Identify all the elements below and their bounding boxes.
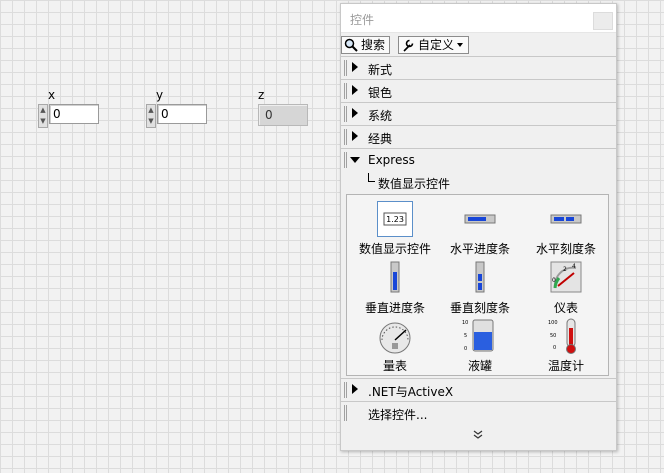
category-label: 新式 [368, 63, 393, 77]
collapse-arrow-icon [350, 157, 360, 163]
item-label: 液罐 [467, 359, 492, 373]
gauge-icon: 2 4 0 [548, 260, 584, 296]
svg-text:50: 50 [550, 333, 556, 339]
meter-icon [377, 318, 413, 354]
palette-item-grid: 1.23 数值显示控件 水平进度条 水平刻度条 垂直进度条 垂直刻度条 2 4 … [346, 194, 609, 376]
item-label: 数值显示控件 [358, 242, 431, 256]
customize-button[interactable]: 自定义 [398, 36, 470, 54]
category-label: .NET与ActiveX [368, 385, 454, 399]
svg-text:4: 4 [572, 263, 576, 270]
grip-icon [344, 129, 347, 145]
vertical-progress-icon [377, 260, 413, 296]
palette-item-thermometer[interactable]: 100 50 0 温度计 [523, 318, 609, 374]
select-control-label: 选择控件... [368, 408, 428, 422]
palette-item-numeric-indicator[interactable]: 1.23 数值显示控件 [352, 201, 438, 257]
svg-text:100: 100 [548, 320, 558, 326]
svg-text:0: 0 [553, 345, 556, 351]
category-system[interactable]: 系统 [341, 103, 616, 126]
palette-item-vertical-slide[interactable]: 垂直刻度条 [437, 260, 523, 316]
category-classic[interactable]: 经典 [341, 126, 616, 149]
grip-icon [344, 405, 347, 421]
expand-arrow-icon [352, 131, 358, 141]
control-label-y: y [156, 88, 164, 102]
vertical-slide-icon [462, 260, 498, 296]
palette-item-horizontal-progress[interactable]: 水平进度条 [437, 201, 523, 257]
horizontal-progress-icon [462, 201, 498, 237]
horizontal-slide-icon [548, 201, 584, 237]
subcategory-label[interactable]: 数值显示控件 [378, 175, 450, 192]
palette-title: 控件 [350, 13, 375, 27]
category-express-expanded: Express 数值显示控件 1.23 数值显示控件 水平进度条 水平刻度条 垂… [341, 149, 616, 379]
svg-text:5: 5 [464, 333, 467, 339]
search-button[interactable]: 搜索 [341, 36, 391, 54]
palette-item-gauge[interactable]: 2 4 0 仪表 [523, 260, 609, 316]
category-label: Express [368, 153, 415, 167]
item-label: 仪表 [553, 301, 578, 315]
grip-icon [344, 152, 347, 168]
item-label: 水平进度条 [449, 242, 510, 256]
controls-palette: 控件 搜索 自定义 新式 银色 系统 经典 Express 数值显示控件 1.2… [340, 3, 617, 451]
category-modern[interactable]: 新式 [341, 57, 616, 80]
numeric-icon-text: 1.23 [386, 215, 404, 224]
category-label: 经典 [368, 132, 393, 146]
caret-down-icon [457, 43, 464, 47]
palette-item-horizontal-slide[interactable]: 水平刻度条 [523, 201, 609, 257]
item-label: 水平刻度条 [535, 242, 596, 256]
wrench-icon [403, 39, 414, 52]
svg-text:10: 10 [462, 320, 468, 326]
close-button[interactable] [593, 12, 613, 30]
search-icon [344, 38, 358, 52]
expand-arrow-icon [352, 108, 358, 118]
category-label: 系统 [368, 109, 393, 123]
category-label: 银色 [368, 86, 393, 100]
palette-item-vertical-progress[interactable]: 垂直进度条 [352, 260, 438, 316]
item-label: 量表 [382, 359, 407, 373]
tree-connector [368, 173, 375, 182]
palette-item-tank[interactable]: 10 5 0 液罐 [437, 318, 523, 374]
expand-arrow-icon [352, 384, 358, 394]
grip-icon [344, 60, 347, 76]
thermometer-icon: 100 50 0 [548, 318, 584, 354]
numeric-indicator-field-z[interactable]: 0 [258, 104, 308, 126]
category-express[interactable]: Express [341, 149, 616, 171]
indicator-label-z: z [258, 88, 265, 102]
increment-decrement-spinner[interactable]: ▲ ▼ [146, 104, 156, 128]
numeric-display-icon: 1.23 [377, 201, 413, 237]
svg-text:0: 0 [464, 346, 467, 352]
expand-more-chevron-icon[interactable] [473, 430, 483, 443]
expand-arrow-icon [352, 85, 358, 95]
svg-text:0: 0 [552, 277, 556, 284]
grip-icon [344, 106, 347, 122]
svg-text:2: 2 [563, 266, 567, 273]
item-label: 垂直刻度条 [449, 301, 510, 315]
select-control-item[interactable]: 选择控件... [341, 402, 616, 424]
tank-icon: 10 5 0 [462, 318, 498, 354]
category-dotnet-activex[interactable]: .NET与ActiveX [341, 379, 616, 402]
increment-decrement-spinner[interactable]: ▲ ▼ [38, 104, 48, 128]
palette-item-meter[interactable]: 量表 [352, 318, 438, 374]
item-label: 垂直进度条 [364, 301, 425, 315]
palette-title-bar[interactable]: 控件 [341, 4, 616, 33]
category-silver[interactable]: 银色 [341, 80, 616, 103]
expand-arrow-icon [352, 62, 358, 72]
control-label-x: x [48, 88, 56, 102]
numeric-field-x[interactable]: 0 [49, 104, 99, 124]
grip-icon [344, 382, 347, 398]
customize-label: 自定义 [418, 38, 455, 52]
item-label: 温度计 [547, 359, 584, 373]
search-label: 搜索 [361, 38, 386, 52]
grip-icon [344, 83, 347, 99]
numeric-field-y[interactable]: 0 [157, 104, 207, 124]
palette-toolbar: 搜索 自定义 [341, 33, 616, 57]
